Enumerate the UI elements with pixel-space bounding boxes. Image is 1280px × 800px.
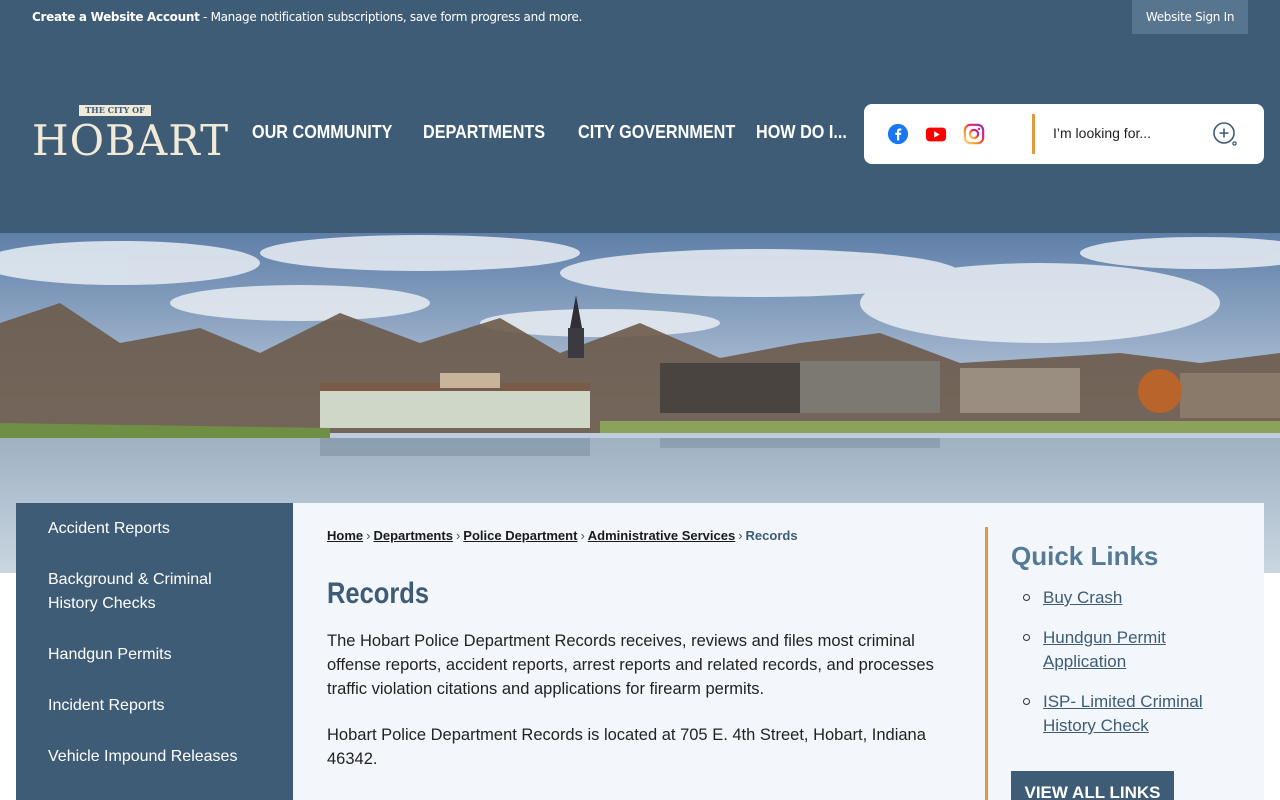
quick-link-isp-check[interactable]: ISP- Limited Criminal History Check	[1043, 690, 1233, 738]
quick-links-title: Quick Links	[1011, 541, 1159, 571]
sidenav-accident-reports[interactable]: Accident Reports	[48, 517, 258, 541]
side-navigation: Accident Reports Background & Criminal H…	[16, 503, 293, 800]
create-account-link[interactable]: Create a Website Account - Manage notifi…	[32, 10, 582, 24]
nav-our-community[interactable]: OUR COMMUNITY	[252, 122, 392, 143]
instagram-icon[interactable]	[963, 123, 985, 145]
social-search-box: I’m looking for...	[864, 104, 1264, 164]
view-all-links-button[interactable]: VIEW ALL LINKS	[1011, 771, 1174, 800]
breadcrumb-departments[interactable]: Departments	[373, 528, 452, 543]
nav-city-government[interactable]: CITY GOVERNMENT	[578, 122, 735, 143]
youtube-icon[interactable]	[925, 123, 947, 145]
breadcrumb-separator: ›	[580, 528, 585, 543]
page-title: Records	[327, 577, 430, 610]
create-account-text: - Manage notification subscriptions, sav…	[199, 10, 583, 24]
sidenav-vehicle-impound[interactable]: Vehicle Impound Releases	[48, 745, 258, 769]
bullet-icon	[1023, 634, 1030, 641]
bullet-icon	[1023, 594, 1030, 601]
facebook-icon[interactable]	[887, 123, 909, 145]
intro-paragraph: The Hobart Police Department Records rec…	[327, 632, 934, 698]
logo-title: HOBART	[32, 116, 230, 165]
search-input[interactable]: I’m looking for...	[1053, 125, 1151, 141]
breadcrumb-separator: ›	[366, 528, 371, 543]
breadcrumb-separator: ›	[455, 528, 461, 543]
quick-link-handgun-permit[interactable]: Hundgun Permit Application	[1043, 626, 1233, 674]
hobart-logo[interactable]: THE CITY OF HOBART	[32, 105, 228, 167]
breadcrumb-administrative-services[interactable]: Administrative Services	[588, 528, 735, 543]
location-paragraph: Hobart Police Department Records is loca…	[327, 726, 926, 768]
search-divider	[1032, 114, 1035, 154]
search-icon[interactable]	[1212, 121, 1238, 147]
top-bar: Create a Website Account - Manage notifi…	[0, 0, 1280, 35]
breadcrumb-home[interactable]: Home	[327, 528, 363, 543]
breadcrumb-current: Records	[745, 528, 798, 543]
quick-link-buy-crash[interactable]: Buy Crash	[1043, 586, 1233, 610]
site-header: THE CITY OF HOBART OUR COMMUNITY DEPARTM…	[0, 35, 1280, 233]
sidenav-incident-reports[interactable]: Incident Reports	[48, 694, 258, 718]
quick-links-divider	[985, 527, 988, 800]
breadcrumb-police-department[interactable]: Police Department	[463, 528, 577, 543]
website-sign-in-button[interactable]: Website Sign In	[1132, 0, 1248, 34]
logo-subtitle: THE CITY OF	[79, 105, 151, 116]
main-content: Home › Departments › Police Department › Admin…	[293, 503, 1264, 800]
nav-how-do-i[interactable]: HOW DO I...	[756, 122, 847, 143]
bullet-icon	[1023, 698, 1030, 705]
breadcrumb-separator: ›	[738, 528, 743, 543]
sidenav-background-checks[interactable]: Background & Criminal History Checks	[48, 568, 258, 616]
nav-departments[interactable]: DEPARTMENTS	[423, 122, 545, 143]
sidenav-handgun-permits[interactable]: Handgun Permits	[48, 643, 258, 667]
breadcrumb: Home › Departments › Police Department › Admin…	[327, 528, 798, 543]
create-account-label[interactable]: Create a Website Account	[32, 10, 200, 24]
